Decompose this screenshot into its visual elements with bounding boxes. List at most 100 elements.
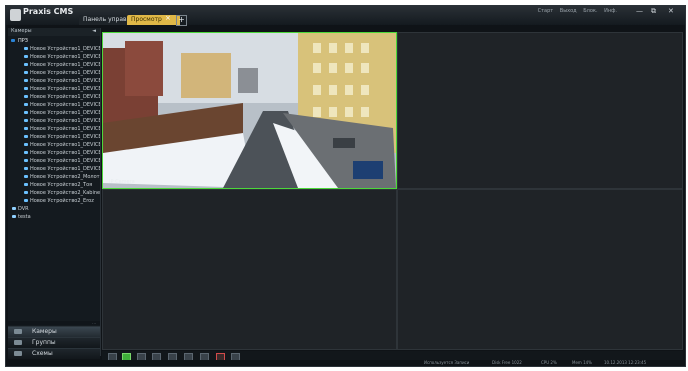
tree-item[interactable]: Новое Устройство1_DEVICE0 bbox=[8, 101, 100, 109]
camera-icon bbox=[24, 199, 28, 202]
video-cell[interactable] bbox=[102, 189, 397, 350]
sidebar-tab-label: Схемы bbox=[32, 350, 53, 357]
tree-item-label: Новое Устройство1_DEVICE1 bbox=[30, 142, 100, 148]
tree-item[interactable]: Новое Устройство1_DEVICE1 bbox=[8, 133, 100, 141]
tree-item[interactable]: Новое Устройство1_DEVICE0 bbox=[8, 93, 100, 101]
tab-close-icon[interactable]: × bbox=[165, 14, 171, 22]
camera-icon bbox=[24, 175, 28, 178]
camera-icon bbox=[24, 47, 28, 50]
status-recording: Используется Записи bbox=[424, 360, 470, 365]
sidebar-bottom-tabs: Камеры Группы Схемы bbox=[8, 326, 100, 359]
menu-start[interactable]: Старт bbox=[538, 8, 554, 14]
video-cell-active[interactable]: IP Camera bbox=[102, 32, 397, 189]
sidebar-header: Камеры ◄ bbox=[8, 28, 100, 36]
tree-item-label: Новое Устройство1_DEVICE0 bbox=[30, 70, 100, 76]
camera-feed-image bbox=[103, 33, 396, 188]
camera-icon bbox=[24, 159, 28, 162]
tree-root-label: DVR bbox=[18, 206, 29, 212]
sidebar-tab-label: Камеры bbox=[32, 328, 57, 335]
tree-item-label: Новое Устройство2_Молотко bbox=[30, 174, 100, 180]
tree-item[interactable]: Новое Устройство2_Eroz bbox=[8, 197, 100, 205]
tree-item-label: Новое Устройство2_Eroz bbox=[30, 198, 94, 204]
tab-view[interactable]: Просмотр bbox=[127, 15, 180, 25]
tab-control-panel[interactable]: Панель управ bbox=[79, 15, 130, 25]
sidebar-splitter[interactable]: ⋯ bbox=[8, 321, 100, 326]
tree-item[interactable]: Новое Устройство1_DEVICE1 bbox=[8, 117, 100, 125]
dvr-icon bbox=[12, 215, 16, 218]
tree-item[interactable]: Новое Устройство1_DEVICE0 bbox=[8, 109, 100, 117]
video-cell[interactable] bbox=[397, 189, 683, 350]
camera-icon bbox=[24, 111, 28, 114]
map-tab-icon bbox=[14, 351, 22, 356]
groups-tab-icon bbox=[14, 340, 22, 345]
close-window-icon[interactable]: ✕ bbox=[668, 7, 674, 15]
tree-item[interactable]: Новое Устройство1_DEVICE0 bbox=[8, 77, 100, 85]
camera-icon bbox=[24, 191, 28, 194]
camera-icon bbox=[24, 119, 28, 122]
sidebar-tab-cameras[interactable]: Камеры bbox=[8, 326, 100, 337]
camera-tab-icon bbox=[14, 329, 22, 334]
menu-info[interactable]: Инф. bbox=[604, 8, 617, 14]
sidebar-tab-maps[interactable]: Схемы bbox=[8, 348, 100, 359]
app-title: Praxis CMS bbox=[23, 7, 74, 16]
camera-icon bbox=[24, 183, 28, 186]
top-menu: Старт Выход Блок. Инф. bbox=[533, 8, 617, 14]
tree-item[interactable]: Новое Устройство1_DEVICE0 bbox=[8, 45, 100, 53]
collapse-sidebar-icon[interactable]: ◄ bbox=[92, 28, 96, 34]
minimize-icon[interactable]: — bbox=[636, 7, 643, 15]
camera-icon bbox=[24, 79, 28, 82]
camera-icon bbox=[24, 151, 28, 154]
sidebar-tab-groups[interactable]: Группы bbox=[8, 337, 100, 348]
camera-icon bbox=[24, 71, 28, 74]
sidebar-header-label: Камеры bbox=[11, 28, 32, 34]
add-tab-button[interactable]: + bbox=[176, 15, 187, 26]
tree-root-testa[interactable]: testa bbox=[8, 213, 100, 221]
device-tree: ПРЗ Новое Устройство1_DEVICE0 Новое Устр… bbox=[8, 37, 100, 221]
tree-item-label: Новое Устройство1_DEVICE0 bbox=[30, 110, 100, 116]
tree-item[interactable]: Новое Устройство1_DEVICE1 bbox=[8, 141, 100, 149]
tree-item[interactable]: Новое Устройство2_Kabinet bbox=[8, 189, 100, 197]
tree-item[interactable]: Новое Устройство2_Молотко bbox=[8, 173, 100, 181]
tree-group[interactable]: ПРЗ bbox=[8, 37, 100, 45]
camera-icon bbox=[24, 63, 28, 66]
camera-icon bbox=[24, 135, 28, 138]
device-sidebar: Камеры ◄ ПРЗ Новое Устройство1_DEVICE0 Н… bbox=[8, 28, 101, 359]
status-bar: Используется Записи Disk Free 1022 CPU 2… bbox=[6, 360, 685, 366]
status-disk: Disk Free 1022 bbox=[492, 360, 522, 365]
tree-item[interactable]: Новое Устройство1_DEVICE1 bbox=[8, 165, 100, 173]
tree-root-dvr[interactable]: DVR bbox=[8, 205, 100, 213]
restore-icon[interactable]: ⧉ bbox=[651, 7, 656, 16]
tree-item[interactable]: Новое Устройство1_DEVICE1 bbox=[8, 149, 100, 157]
tree-item[interactable]: Новое Устройство1_DEVICE1 bbox=[8, 125, 100, 133]
tree-item[interactable]: Новое Устройство2_Тоя bbox=[8, 181, 100, 189]
tree-root-label: testa bbox=[18, 214, 31, 220]
tree-item-label: Новое Устройство2_Kabinet bbox=[30, 190, 100, 196]
camera-icon bbox=[24, 143, 28, 146]
video-grid: IP Camera bbox=[102, 32, 683, 350]
tree-item-label: Новое Устройство1_DEVICE0 bbox=[30, 62, 100, 68]
tree-item-label: Новое Устройство1_DEVICE0 bbox=[30, 78, 100, 84]
camera-icon bbox=[24, 103, 28, 106]
tree-item-label: Новое Устройство1_DEVICE1 bbox=[30, 166, 100, 172]
status-cpu: CPU 2% bbox=[541, 360, 557, 365]
menu-lock[interactable]: Блок. bbox=[583, 8, 597, 14]
menu-exit[interactable]: Выход bbox=[560, 8, 577, 14]
video-cell[interactable] bbox=[397, 32, 683, 189]
tree-item-label: Новое Устройство1_DEVICE1 bbox=[30, 158, 100, 164]
title-bar: Praxis CMS Панель управ Просмотр × + Ста… bbox=[6, 6, 685, 26]
camera-icon bbox=[24, 167, 28, 170]
folder-icon bbox=[11, 39, 15, 42]
tree-item[interactable]: Новое Устройство1_DEVICE0 bbox=[8, 85, 100, 93]
tree-item[interactable]: Новое Устройство1_DEVICE0 bbox=[8, 69, 100, 77]
tree-item-label: Новое Устройство1_DEVICE0 bbox=[30, 54, 100, 60]
tree-item[interactable]: Новое Устройство1_DEVICE0 bbox=[8, 53, 100, 61]
dvr-icon bbox=[12, 207, 16, 210]
tree-item-label: Новое Устройство1_DEVICE1 bbox=[30, 126, 100, 132]
tree-item-label: Новое Устройство1_DEVICE0 bbox=[30, 86, 100, 92]
tab-view-label: Просмотр bbox=[131, 16, 162, 23]
tree-item[interactable]: Новое Устройство1_DEVICE0 bbox=[8, 61, 100, 69]
camera-icon bbox=[24, 55, 28, 58]
tree-item[interactable]: Новое Устройство1_DEVICE1 bbox=[8, 157, 100, 165]
status-mem: Mem 14% bbox=[572, 360, 592, 365]
camera-icon bbox=[24, 87, 28, 90]
